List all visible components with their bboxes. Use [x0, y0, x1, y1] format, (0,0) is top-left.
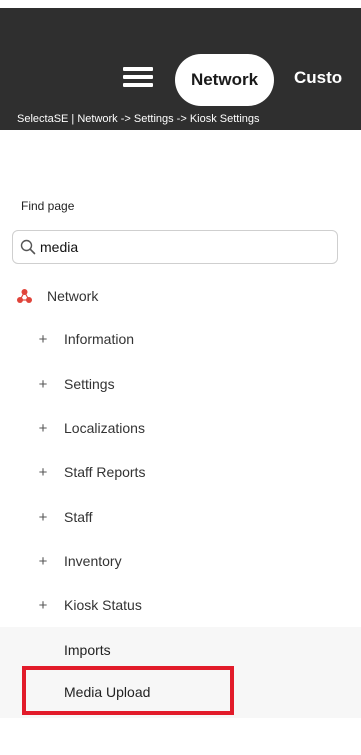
expand-plus-icon[interactable]: + [38, 464, 48, 481]
tree-item-label: Kiosk Status [64, 597, 142, 613]
tree-item-localizations[interactable]: + Localizations [38, 418, 145, 438]
tree-item-staff-reports[interactable]: + Staff Reports [38, 462, 146, 482]
app-header: Network Custo SelectaSE | Network -> Set… [0, 8, 361, 130]
tree-item-settings[interactable]: + Settings [38, 374, 115, 394]
tree-item-inventory[interactable]: + Inventory [38, 551, 122, 571]
expand-plus-icon[interactable]: + [38, 597, 48, 614]
search-input[interactable] [40, 237, 320, 257]
search-box[interactable] [12, 230, 338, 264]
tree-item-label: Localizations [64, 420, 145, 436]
tree-item-kiosk-status[interactable]: + Kiosk Status [38, 595, 142, 615]
expand-plus-icon[interactable]: + [38, 420, 48, 437]
tree-item-label: Settings [64, 376, 115, 392]
tree-item-label: Staff Reports [64, 464, 146, 480]
tree-root-network[interactable]: Network [16, 286, 98, 306]
tree-item-label: Information [64, 331, 135, 347]
hamburger-menu-icon[interactable] [123, 65, 153, 89]
expand-plus-icon[interactable]: + [38, 553, 48, 570]
tree-item-label: Staff [64, 509, 93, 525]
find-page-label: Find page [21, 199, 75, 213]
search-icon [20, 239, 36, 255]
tree-item-staff[interactable]: + Staff [38, 507, 93, 527]
network-icon [17, 288, 32, 303]
expand-plus-icon[interactable]: + [38, 376, 48, 393]
tree-item-label: Inventory [64, 553, 122, 569]
tree-item-imports[interactable]: Imports [64, 642, 111, 658]
tree-item-information[interactable]: + Information [38, 329, 134, 349]
nav-tab-next[interactable]: Custo [294, 68, 342, 88]
highlight-box [22, 666, 234, 715]
tree-root-label: Network [47, 288, 99, 304]
breadcrumb: SelectaSE | Network -> Settings -> Kiosk… [17, 113, 260, 125]
top-strip [0, 0, 361, 8]
nav-tab-network[interactable]: Network [175, 54, 274, 106]
expand-plus-icon[interactable]: + [38, 331, 48, 348]
expand-plus-icon[interactable]: + [38, 509, 48, 526]
